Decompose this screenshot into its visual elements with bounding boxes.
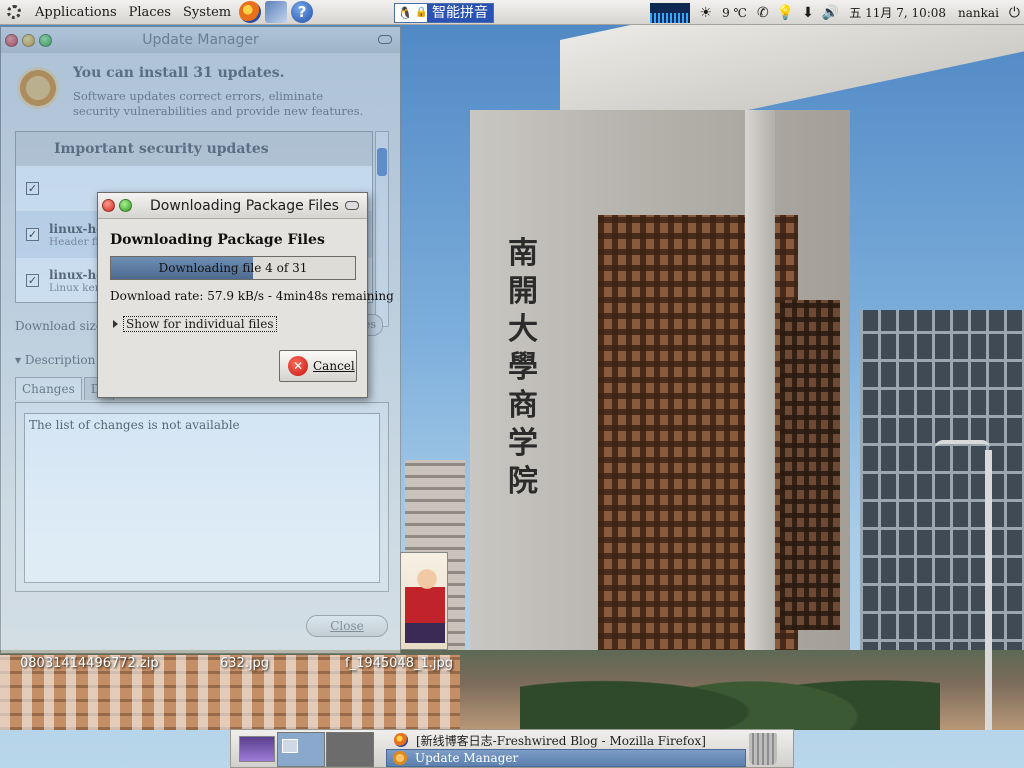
description-expander[interactable]: ▾ Description o: [15, 353, 106, 367]
update-manager-icon: [393, 751, 407, 765]
volume-icon[interactable]: 🔊: [822, 5, 839, 21]
penguin-icon: 🐧: [397, 6, 413, 20]
update-refresh-icon: [17, 67, 59, 109]
package-desc: Linux ker: [49, 281, 100, 294]
close-window-icon[interactable]: [102, 199, 115, 212]
building-window-grid-side: [780, 300, 840, 630]
street-lamp: [985, 450, 992, 730]
description-label: Description o: [24, 353, 107, 367]
top-panel: Applications Places System ? 🐧 🔒 智能拼音 ☀ …: [0, 0, 1024, 25]
package-desc: Header fil: [49, 235, 103, 248]
workspace-2[interactable]: [326, 732, 374, 767]
power-icon[interactable]: ⏻: [1009, 5, 1020, 21]
expander-arrow-icon: [113, 320, 118, 328]
package-checkbox[interactable]: ✓: [26, 274, 39, 287]
download-size-label: Download size:: [15, 319, 108, 333]
notification-bulb-icon[interactable]: 💡: [777, 5, 794, 21]
show-desktop-button[interactable]: [239, 736, 275, 762]
building-right-wing: [860, 310, 1024, 670]
menu-places[interactable]: Places: [123, 0, 177, 24]
bottom-panel: [新线博客日志-Freshwired Blog - Mozilla Firefo…: [230, 729, 794, 768]
task-update-manager[interactable]: Update Manager: [386, 749, 746, 767]
firefox-icon: [394, 733, 408, 747]
update-manager-titlebar[interactable]: Update Manager: [1, 27, 400, 53]
network-status-icon[interactable]: ✆: [757, 5, 769, 21]
trash-icon[interactable]: [749, 733, 777, 765]
firefox-launcher-icon[interactable]: [239, 1, 262, 23]
updates-description: Software updates correct errors, elimina…: [73, 89, 364, 118]
shade-window-icon[interactable]: [378, 35, 392, 44]
help-launcher-icon[interactable]: ?: [291, 1, 314, 23]
updates-group-header: Important security updates: [16, 132, 372, 166]
close-button[interactable]: Close: [306, 615, 388, 637]
package-checkbox[interactable]: ✓: [26, 228, 39, 241]
network-monitor-graph[interactable]: [649, 2, 690, 23]
sun-weather-icon[interactable]: ☀: [700, 5, 713, 21]
cancel-label: Cancel: [313, 359, 355, 373]
desktop-icon-zip[interactable]: 080314144967​72.zip: [20, 656, 159, 671]
window-title: Update Manager: [142, 32, 259, 48]
maximize-window-icon[interactable]: [119, 199, 132, 212]
individual-files-expander[interactable]: Show for individual files: [113, 316, 277, 332]
task-label: Update Manager: [415, 751, 519, 765]
download-rate: Download rate: 57.9 kB/s - 4min48s remai…: [110, 289, 394, 303]
task-label: [新线博客日志-Freshwired Blog - Mozilla Firefo…: [416, 733, 706, 748]
task-firefox[interactable]: [新线博客日志-Freshwired Blog - Mozilla Firefo…: [386, 731, 746, 749]
download-progress-bar: Downloading file 4 of 31: [110, 256, 356, 280]
input-method-indicator[interactable]: 🐧 🔒 智能拼音: [394, 3, 494, 23]
download-dialog: Downloading Package Files Downloading Pa…: [97, 192, 394, 398]
dialog-title: Downloading Package Files: [150, 197, 339, 214]
tab-changes[interactable]: Changes: [15, 377, 82, 400]
changes-text: The list of changes is not available: [24, 413, 380, 583]
gnome-foot-icon[interactable]: [5, 3, 23, 21]
cancel-button[interactable]: ✕ Cancel: [279, 350, 357, 382]
trees: [520, 640, 940, 730]
update-available-icon[interactable]: ⬇: [802, 5, 814, 21]
progress-text: Downloading file 4 of 31: [158, 261, 308, 275]
desktop-icon-632-jpg[interactable]: 632.jpg: [220, 656, 269, 671]
system-tray: ☀ 9 ℃ ✆ 💡 ⬇ 🔊 五 11月 7, 10:08 nankai ⏻: [649, 0, 1024, 25]
menu-applications[interactable]: Applications: [29, 0, 123, 24]
expander-label: Show for individual files: [123, 316, 277, 332]
desktop-icon-image-thumbnail[interactable]: [400, 552, 448, 650]
mail-launcher-icon[interactable]: [265, 1, 288, 23]
download-dialog-titlebar[interactable]: Downloading Package Files: [98, 193, 367, 219]
cancel-icon: ✕: [288, 356, 308, 376]
updates-heading: You can install 31 updates.: [73, 65, 285, 81]
shade-window-icon[interactable]: [345, 201, 359, 210]
window-list: [新线博客日志-Freshwired Blog - Mozilla Firefo…: [386, 731, 746, 767]
clock[interactable]: 五 11月 7, 10:08: [849, 4, 946, 21]
building-pillar: [745, 110, 775, 670]
main-menu: Applications Places System: [29, 0, 237, 24]
group-checkbox[interactable]: ✓: [26, 182, 39, 195]
input-method-name: 智能拼音: [427, 4, 493, 22]
menu-system[interactable]: System: [177, 0, 237, 24]
user-name[interactable]: nankai: [958, 6, 999, 20]
package-name: linux-he: [49, 267, 104, 282]
package-name: linux-he: [49, 221, 104, 236]
weather-temperature[interactable]: 9 ℃: [722, 6, 747, 20]
street-lamp-head: [935, 440, 990, 448]
changes-panel: The list of changes is not available: [15, 402, 389, 592]
workspace-1[interactable]: [277, 732, 325, 767]
building-calligraphy: 南開大學商学院: [508, 236, 538, 499]
dialog-heading: Downloading Package Files: [110, 232, 325, 248]
desktop-icon-f1945048-jpg[interactable]: f_1945048_1.jpg: [345, 656, 453, 671]
lock-icon: 🔒: [415, 7, 428, 18]
